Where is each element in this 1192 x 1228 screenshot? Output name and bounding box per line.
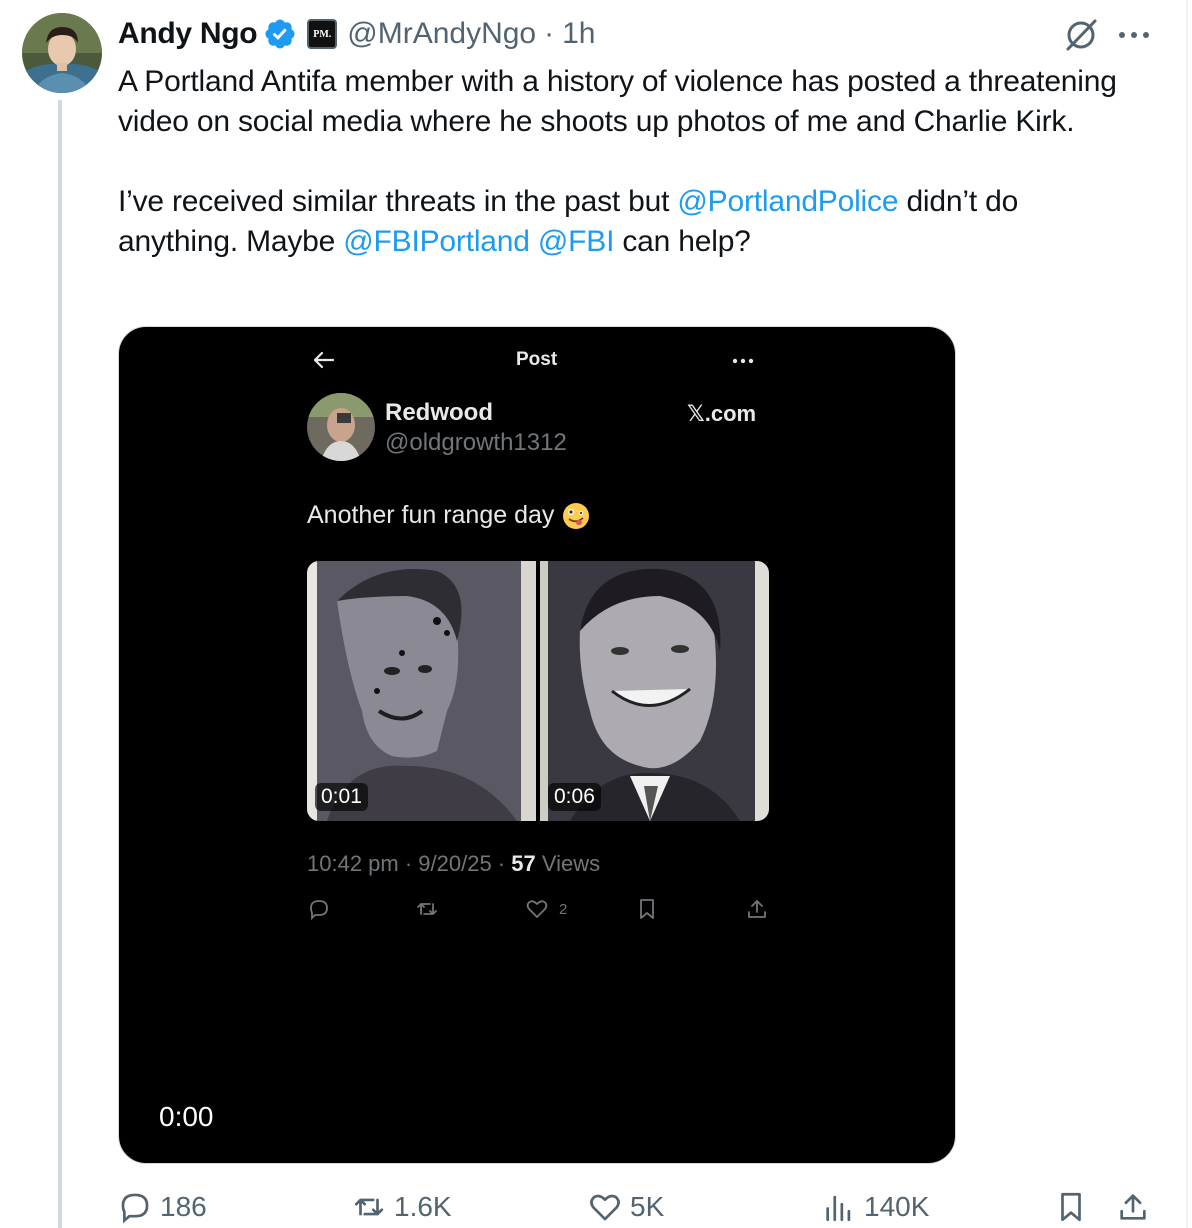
thread-line — [58, 100, 62, 1228]
inner-share-icon — [745, 897, 769, 921]
inner-video-1-duration: 0:01 — [315, 783, 368, 811]
tweet-action-bar: 186 1.6K 5K 140K — [118, 1190, 1158, 1228]
inner-author-handle: @oldgrowth1312 — [385, 429, 567, 456]
mention-fbi[interactable]: @FBI — [538, 225, 615, 258]
author-avatar[interactable] — [22, 13, 102, 93]
tweet-time[interactable]: 1h — [562, 17, 595, 51]
views-count: 140K — [864, 1191, 930, 1222]
inner-post-meta: 10:42 pm · 9/20/25 · 57 Views — [307, 851, 601, 876]
author-handle[interactable]: @MrAndyNgo — [347, 17, 536, 51]
reply-button[interactable]: 186 — [118, 1190, 207, 1224]
author-name[interactable]: Andy Ngo — [118, 17, 258, 51]
grok-icon[interactable] — [1062, 16, 1100, 54]
inner-video-2-duration: 0:06 — [548, 783, 601, 811]
tweet-video[interactable]: Post Redwood @oldgrowth1312 𝕏.com Anothe… — [118, 326, 956, 1164]
inner-post-title: Post — [516, 349, 558, 370]
inner-post-text: Another fun range day — [307, 501, 590, 530]
inner-source-label: 𝕏.com — [687, 401, 757, 426]
inner-avatar — [307, 393, 375, 461]
zany-face-icon — [563, 502, 590, 529]
video-timer: 0:00 — [159, 1101, 214, 1132]
tweet-header: Andy Ngo PM. @MrAndyNgo · 1h — [118, 14, 596, 54]
bookmark-button[interactable] — [1054, 1190, 1096, 1224]
tweet-paragraph-2: I’ve received similar threats in the pas… — [118, 185, 1019, 258]
tweet-text: A Portland Antifa member with a history … — [118, 62, 1128, 262]
repost-icon — [354, 1198, 384, 1216]
like-count: 5K — [630, 1191, 665, 1222]
mention-portland-police[interactable]: @PortlandPolice — [677, 185, 898, 218]
inner-like-count: 2 — [559, 900, 568, 918]
inner-video-grid: 0:01 0:06 — [307, 561, 769, 821]
more-options-icon[interactable] — [1116, 22, 1152, 48]
inner-video-2: 0:06 — [540, 561, 769, 821]
bookmark-icon — [1061, 1192, 1081, 1222]
separator: · — [544, 17, 555, 50]
verified-badge-icon[interactable] — [263, 17, 297, 51]
repost-button[interactable]: 1.6K — [352, 1190, 452, 1224]
inner-bookmark-icon — [635, 897, 659, 921]
share-icon — [1120, 1194, 1146, 1220]
mention-fbi-portland[interactable]: @FBIPortland — [343, 225, 530, 258]
share-button[interactable] — [1116, 1190, 1158, 1224]
tweet-paragraph-1: A Portland Antifa member with a history … — [118, 65, 1117, 138]
inner-repost-icon — [415, 897, 439, 921]
inner-author-name: Redwood — [385, 399, 493, 426]
views-button[interactable]: 140K — [822, 1190, 929, 1224]
inner-reply-icon — [307, 897, 331, 921]
back-arrow-icon — [313, 351, 335, 369]
views-icon — [826, 1195, 851, 1222]
repost-count: 1.6K — [394, 1191, 452, 1222]
timeline-border — [1186, 0, 1188, 1228]
affiliate-badge-icon[interactable]: PM. — [307, 19, 338, 49]
inner-post-actions: 2 — [307, 897, 777, 927]
reply-icon — [121, 1193, 149, 1224]
inner-more-icon — [732, 358, 754, 364]
like-icon — [590, 1194, 620, 1221]
inner-video-1: 0:01 — [307, 561, 536, 821]
reply-count: 186 — [160, 1191, 207, 1222]
inner-like-icon: 2 — [525, 897, 567, 921]
like-button[interactable]: 5K — [588, 1190, 664, 1224]
